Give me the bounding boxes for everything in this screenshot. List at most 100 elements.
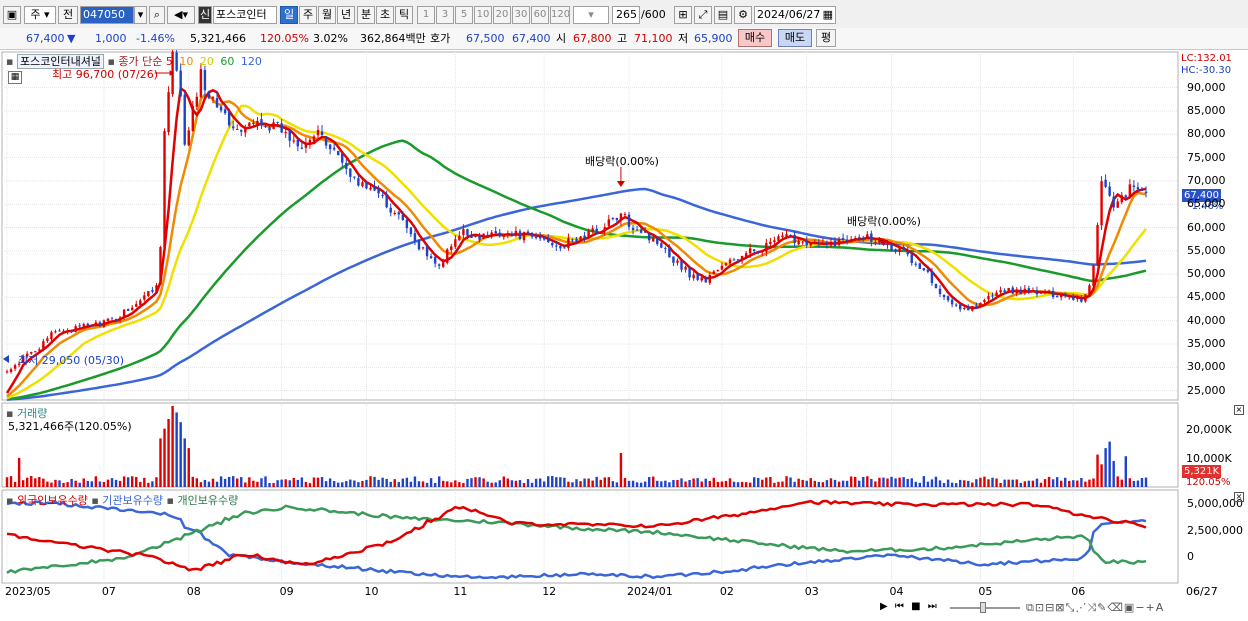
save-icon[interactable]: ▤ — [714, 6, 732, 24]
candle-body — [1064, 293, 1067, 297]
volume-bar — [288, 480, 291, 487]
holding-menu-icon[interactable]: ▪ — [6, 494, 13, 507]
trend-icon[interactable]: ⤡ — [1066, 601, 1076, 614]
custom-interval-select[interactable]: ▾ — [573, 6, 609, 24]
sound-dropdown-icon[interactable]: ◀▾ — [167, 6, 195, 24]
volume-bar — [159, 438, 162, 487]
prev-button[interactable]: 전 — [58, 6, 78, 24]
holding-close-icon[interactable]: × — [1234, 492, 1244, 502]
candle-body — [478, 235, 481, 240]
candle-body — [300, 147, 304, 149]
scroll-first-icon[interactable]: ⏮ — [895, 601, 906, 612]
flat-button[interactable]: 평 — [816, 29, 836, 47]
layout-icon[interactable]: ⊟ — [1045, 601, 1055, 614]
buy-button[interactable]: 매수 — [738, 29, 772, 47]
volume-bar — [393, 479, 396, 487]
pen-icon[interactable]: ✎ — [1097, 601, 1107, 614]
stock-code-input[interactable]: 047050 — [80, 6, 134, 24]
candle-body — [70, 330, 73, 332]
candle-body — [102, 320, 106, 327]
candle-body — [143, 295, 146, 300]
tab-month[interactable]: 월 — [318, 6, 336, 24]
candle-body — [845, 239, 849, 241]
volume-bar — [797, 478, 800, 487]
volume-bar — [1011, 479, 1014, 487]
tab-tick[interactable]: 틱 — [395, 6, 413, 24]
ma5-legend[interactable]: 5 — [166, 55, 173, 68]
minute-option-20[interactable]: 20 — [493, 6, 511, 24]
minute-option-60[interactable]: 60 — [531, 6, 549, 24]
minute-option-1[interactable]: 1 — [417, 6, 435, 24]
volume-bar — [102, 481, 106, 487]
volume-bar — [373, 476, 376, 487]
window-icon[interactable]: ⊡ — [1035, 601, 1045, 614]
zoom-in-icon[interactable]: + — [1146, 601, 1156, 614]
zoom-out-icon[interactable]: − — [1135, 601, 1145, 614]
candle-body — [381, 194, 384, 196]
candle-body — [1124, 195, 1128, 198]
institution-legend[interactable]: 기관보유수량 — [102, 494, 163, 507]
chart-canvas[interactable] — [0, 50, 1248, 621]
minute-option-10[interactable]: 10 — [474, 6, 492, 24]
zoom-icon[interactable]: ⤢ — [694, 6, 712, 24]
chart-icon[interactable]: ⊠ — [1055, 601, 1065, 614]
calculator-icon[interactable]: ▦ — [8, 71, 22, 84]
ma120-legend[interactable]: 120 — [241, 55, 262, 68]
ma60-legend[interactable]: 60 — [220, 55, 234, 68]
image-icon[interactable]: ▣ — [1124, 601, 1135, 614]
candle-body — [870, 233, 873, 242]
date-input[interactable]: 2024/06/27 ▦ — [754, 6, 836, 24]
calendar-icon[interactable]: ▦ — [823, 7, 835, 23]
scroll-right-icon[interactable]: ▶ — [880, 601, 890, 612]
foreign-legend[interactable]: 외국인보유수량 — [17, 494, 88, 507]
candle-body — [236, 128, 239, 130]
volume-bar — [1088, 479, 1091, 487]
tab-minute[interactable]: 분 — [357, 6, 375, 24]
individual-legend[interactable]: 개인보유수량 — [177, 494, 238, 507]
volume-bar — [595, 476, 598, 487]
ma20-legend[interactable]: 20 — [200, 55, 214, 68]
zoom-slider-handle[interactable] — [980, 602, 986, 613]
data-count-input[interactable]: 265 — [612, 6, 640, 24]
volume-bar — [547, 476, 550, 487]
tab-second[interactable]: 초 — [376, 6, 394, 24]
change-amount: 1,000 — [95, 32, 127, 45]
candle-body — [821, 242, 825, 244]
panel-menu-icon[interactable]: ▪ — [6, 55, 13, 68]
volume-bar — [579, 481, 582, 487]
candle-body — [1055, 296, 1059, 298]
tab-week[interactable]: 주 — [299, 6, 317, 24]
scroll-last-icon[interactable]: ⏭ — [928, 601, 939, 612]
volume-bar — [409, 481, 413, 487]
erase-icon[interactable]: ⌫ — [1107, 601, 1124, 614]
volume-bar — [1096, 454, 1099, 487]
period-select[interactable]: 주 ▾ — [24, 6, 56, 24]
window-menu-icon[interactable]: ▣ — [3, 6, 21, 24]
copy-icon[interactable]: ⧉ — [1026, 601, 1035, 614]
code-dropdown-icon[interactable]: ▾ — [134, 6, 147, 24]
candle-body — [159, 247, 162, 285]
gear-icon[interactable]: ⚙ — [734, 6, 752, 24]
volume-bar — [639, 482, 643, 487]
ma10-legend[interactable]: 10 — [179, 55, 193, 68]
cross-icon[interactable]: ⤨ — [1087, 601, 1097, 614]
volume-bar — [155, 477, 158, 487]
fib-icon[interactable]: ⋰ — [1075, 601, 1087, 614]
sell-button[interactable]: 매도 — [778, 29, 812, 47]
search-icon[interactable]: ⌕ — [149, 6, 165, 24]
indicator-icon[interactable]: ⊞ — [674, 6, 692, 24]
minute-option-30[interactable]: 30 — [512, 6, 530, 24]
font-icon[interactable]: A — [1156, 601, 1165, 614]
candle-body — [248, 122, 251, 126]
high-annotation: 최고 96,700 (07/26) — [52, 68, 159, 81]
volume-bar — [975, 479, 978, 487]
volume-bar — [862, 476, 865, 487]
minute-option-120[interactable]: 120 — [550, 6, 570, 24]
volume-close-icon[interactable]: × — [1234, 405, 1244, 415]
tab-day[interactable]: 일 — [280, 6, 298, 24]
minute-option-5[interactable]: 5 — [455, 6, 473, 24]
volume-bar — [821, 482, 825, 487]
minute-option-3[interactable]: 3 — [436, 6, 454, 24]
stop-icon[interactable]: ■ — [911, 601, 922, 612]
tab-year[interactable]: 년 — [337, 6, 355, 24]
